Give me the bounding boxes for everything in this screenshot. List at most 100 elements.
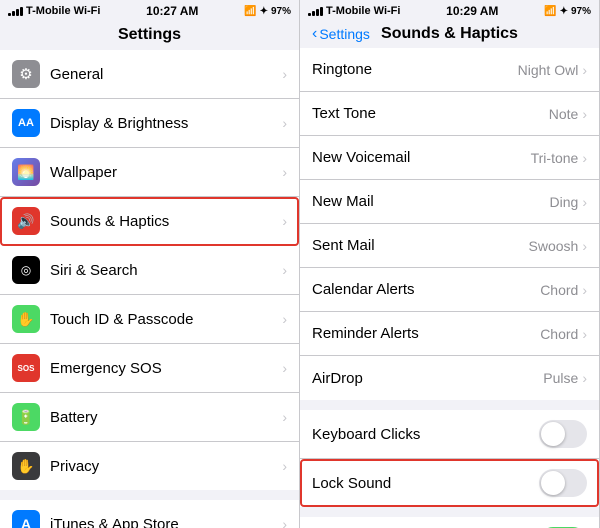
airdrop-value: Pulse [543, 370, 578, 386]
bottom-settings-list: A iTunes & App Store › 💳 Wallet & Apple … [0, 500, 299, 528]
newvoicemail-right: Tri-tone › [531, 150, 587, 166]
toggles-section: Keyboard Clicks Lock Sound [300, 410, 599, 507]
sos-label: Emergency SOS [50, 360, 282, 377]
newmail-right: Ding › [550, 194, 587, 210]
newmail-value: Ding [550, 194, 579, 210]
settings-item-itunes[interactable]: A iTunes & App Store › [0, 500, 299, 528]
airdrop-chevron: › [582, 370, 587, 386]
toggle-keyboardclicks[interactable]: Keyboard Clicks [300, 410, 599, 459]
display-right: › [282, 115, 287, 131]
sounds-airdrop[interactable]: AirDrop Pulse › [300, 356, 599, 400]
keyboardclicks-label: Keyboard Clicks [312, 426, 539, 443]
battery-right: › [282, 409, 287, 425]
right-status-right: 📶 ✦ 97% [544, 6, 591, 17]
keyboardclicks-toggle[interactable] [539, 420, 587, 448]
left-divider [0, 490, 299, 500]
back-chevron-icon: ‹ [312, 26, 317, 42]
privacy-chevron: › [282, 458, 287, 474]
haptics-section: System Haptics Play haptics for system c… [300, 517, 599, 528]
keyboardclicks-knob [541, 422, 565, 446]
haptics-list: System Haptics [300, 517, 599, 528]
sounds-sentmail[interactable]: Sent Mail Swoosh › [300, 224, 599, 268]
siri-right: › [282, 262, 287, 278]
left-time: 10:27 AM [146, 4, 198, 18]
back-label: Settings [319, 26, 370, 42]
signal-icon [8, 6, 23, 16]
toggle-locksound[interactable]: Lock Sound [300, 459, 599, 507]
ringtone-value: Night Owl [518, 62, 579, 78]
left-carrier: T-Mobile Wi-Fi [26, 5, 100, 17]
right-status-bar: T-Mobile Wi-Fi 10:29 AM 📶 ✦ 97% [300, 0, 599, 20]
newvoicemail-label: New Voicemail [312, 149, 531, 166]
settings-item-battery[interactable]: 🔋 Battery › [0, 393, 299, 442]
left-status-bar: T-Mobile Wi-Fi 10:27 AM 📶 ✦ 97% [0, 0, 299, 20]
privacy-right: › [282, 458, 287, 474]
privacy-label: Privacy [50, 458, 282, 475]
settings-item-privacy[interactable]: ✋ Privacy › [0, 442, 299, 490]
sounds-ringtone[interactable]: Ringtone Night Owl › [300, 48, 599, 92]
reminderalerts-value: Chord [540, 326, 578, 342]
sounds-newvoicemail[interactable]: New Voicemail Tri-tone › [300, 136, 599, 180]
sounds-chevron: › [282, 213, 287, 229]
sounds-newmail[interactable]: New Mail Ding › [300, 180, 599, 224]
settings-item-wallpaper[interactable]: 🌅 Wallpaper › [0, 148, 299, 197]
sentmail-chevron: › [582, 238, 587, 254]
itunes-chevron: › [282, 516, 287, 528]
sounds-calendaralerts[interactable]: Calendar Alerts Chord › [300, 268, 599, 312]
reminderalerts-chevron: › [582, 326, 587, 342]
wallpaper-icon: 🌅 [12, 158, 40, 186]
sounds-icon: 🔊 [12, 207, 40, 235]
settings-item-touchid[interactable]: ✋ Touch ID & Passcode › [0, 295, 299, 344]
right-scroll[interactable]: Ringtone Night Owl › Text Tone Note › Ne… [300, 48, 599, 528]
left-scroll[interactable]: ⚙ General › AA Display & Brightness › [0, 50, 299, 528]
sos-right: › [282, 360, 287, 376]
left-panel: T-Mobile Wi-Fi 10:27 AM 📶 ✦ 97% Settings… [0, 0, 300, 528]
right-wifi-icon: 📶 [544, 6, 556, 17]
settings-item-siri[interactable]: ◎ Siri & Search › [0, 246, 299, 295]
sounds-label: Sounds & Haptics [50, 213, 282, 230]
back-button[interactable]: ‹ Settings [312, 26, 370, 42]
settings-item-sounds[interactable]: 🔊 Sounds & Haptics › [0, 197, 299, 246]
sounds-list: Ringtone Night Owl › Text Tone Note › Ne… [300, 48, 599, 400]
airdrop-right: Pulse › [543, 370, 587, 386]
newmail-label: New Mail [312, 193, 550, 210]
wifi-icon: 📶 [244, 6, 256, 17]
right-header: ‹ Settings Sounds & Haptics [300, 20, 599, 48]
texttone-value: Note [549, 106, 579, 122]
locksound-toggle[interactable] [539, 469, 587, 497]
battery-icon: 🔋 [12, 403, 40, 431]
calendaralerts-label: Calendar Alerts [312, 281, 540, 298]
right-carrier: T-Mobile Wi-Fi [326, 5, 400, 17]
sounds-reminderalerts[interactable]: Reminder Alerts Chord › [300, 312, 599, 356]
siri-icon: ◎ [12, 256, 40, 284]
sentmail-value: Swoosh [529, 238, 579, 254]
calendaralerts-chevron: › [582, 282, 587, 298]
battery-label: Battery [50, 409, 282, 426]
sounds-texttone[interactable]: Text Tone Note › [300, 92, 599, 136]
sos-icon: SOS [12, 354, 40, 382]
display-chevron: › [282, 115, 287, 131]
reminderalerts-label: Reminder Alerts [312, 325, 540, 342]
texttone-right: Note › [549, 106, 587, 122]
itunes-right: › [282, 516, 287, 528]
siri-label: Siri & Search [50, 262, 282, 279]
toggle-systemhaptics[interactable]: System Haptics [300, 517, 599, 528]
sentmail-label: Sent Mail [312, 237, 529, 254]
left-status-left: T-Mobile Wi-Fi [8, 5, 100, 17]
general-right: › [282, 66, 287, 82]
left-status-right: 📶 ✦ 97% [244, 6, 291, 17]
settings-item-display[interactable]: AA Display & Brightness › [0, 99, 299, 148]
bottom-settings-section: A iTunes & App Store › 💳 Wallet & Apple … [0, 500, 299, 528]
right-signal-icon [308, 6, 323, 16]
wallpaper-chevron: › [282, 164, 287, 180]
itunes-label: iTunes & App Store [50, 516, 282, 528]
siri-chevron: › [282, 262, 287, 278]
settings-item-sos[interactable]: SOS Emergency SOS › [0, 344, 299, 393]
touchid-chevron: › [282, 311, 287, 327]
sounds-section: Ringtone Night Owl › Text Tone Note › Ne… [300, 48, 599, 400]
wallpaper-label: Wallpaper [50, 164, 282, 181]
privacy-icon: ✋ [12, 452, 40, 480]
right-divider2 [300, 507, 599, 517]
right-panel: T-Mobile Wi-Fi 10:29 AM 📶 ✦ 97% ‹ Settin… [300, 0, 600, 528]
settings-item-general[interactable]: ⚙ General › [0, 50, 299, 99]
